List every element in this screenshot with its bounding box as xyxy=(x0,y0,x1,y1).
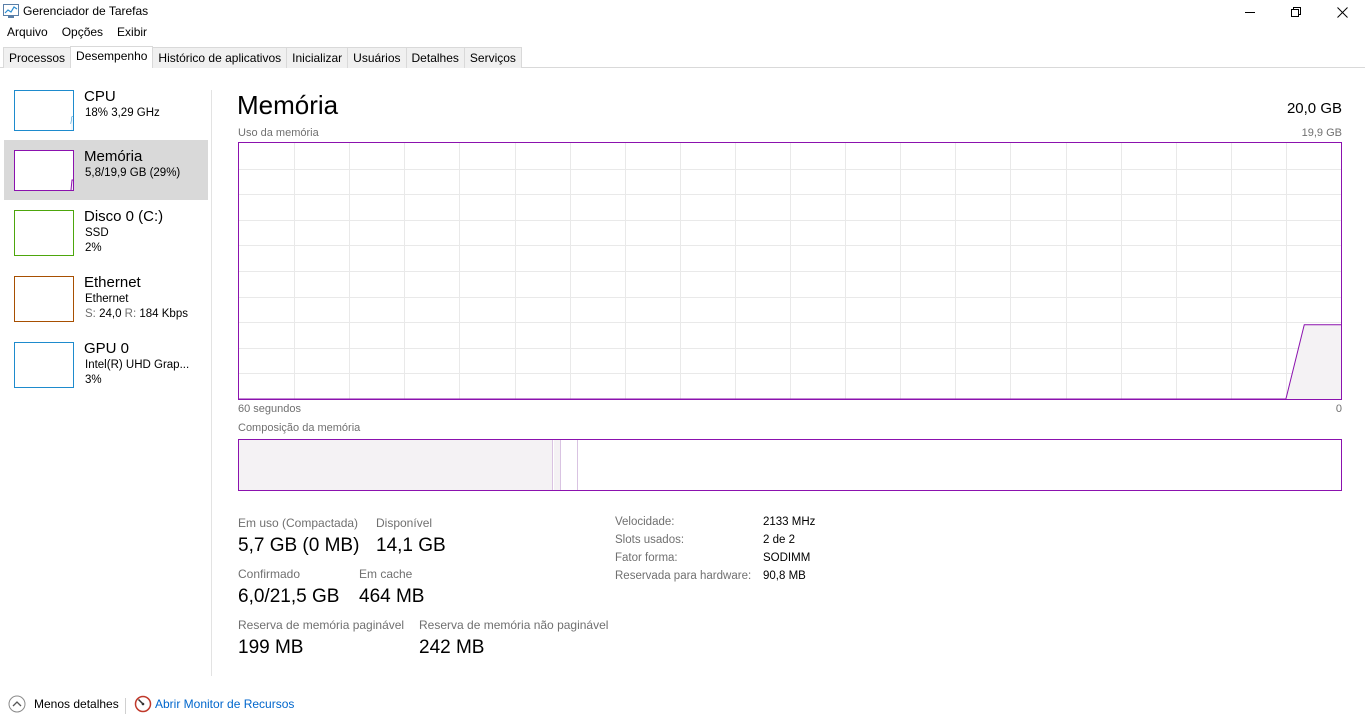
sidebar-item-detail: Ethernet xyxy=(85,293,129,305)
committed-value: 6,0/21,5 GB xyxy=(238,586,340,607)
nonpaged-pool-label: Reserva de memória não paginável xyxy=(419,618,609,632)
restore-button[interactable] xyxy=(1273,0,1319,24)
resource-sidebar: CPU 18% 3,29 GHz Memória 5,8/19,9 GB (29… xyxy=(4,80,208,398)
menu-bar: Arquivo Opções Exibir xyxy=(0,24,154,42)
ethernet-thumbnail xyxy=(14,276,74,322)
open-resource-monitor-link[interactable]: Abrir Monitor de Recursos xyxy=(155,697,294,711)
minimize-icon xyxy=(1244,11,1255,13)
composition-modified xyxy=(554,440,561,490)
composition-label: Composição da memória xyxy=(238,422,361,434)
x-axis-right-label: 0 xyxy=(1335,403,1342,415)
slots-label: Slots usados: xyxy=(615,534,685,546)
close-icon xyxy=(1336,6,1348,18)
composition-in-use xyxy=(239,440,553,490)
resource-monitor-icon xyxy=(134,695,152,713)
nonpaged-pool-value: 242 MB xyxy=(419,637,485,658)
cached-value: 464 MB xyxy=(359,586,425,607)
speed-label: Velocidade: xyxy=(615,516,675,528)
tab-processos[interactable]: Processos xyxy=(3,47,72,68)
chevron-up-icon[interactable] xyxy=(8,695,26,713)
memory-total: 20,0 GB xyxy=(1286,100,1342,117)
sidebar-item-detail: SSD xyxy=(85,227,109,239)
usage-graph-max: 19,9 GB xyxy=(1301,127,1342,139)
cpu-thumbnail xyxy=(14,90,74,131)
sidebar-item-ethernet[interactable]: Ethernet Ethernet S: 24,0 R: 184 Kbps xyxy=(4,266,208,332)
send-label: S: xyxy=(85,308,96,320)
footer-separator xyxy=(125,698,126,714)
available-label: Disponível xyxy=(376,516,433,530)
tab-usuarios[interactable]: Usuários xyxy=(347,47,407,68)
cached-label: Em cache xyxy=(359,567,413,581)
tab-servicos[interactable]: Serviços xyxy=(463,47,522,68)
sidebar-item-detail: Intel(R) UHD Grap... xyxy=(85,359,190,371)
memory-usage-chart xyxy=(239,143,1341,399)
sidebar-item-cpu[interactable]: CPU 18% 3,29 GHz xyxy=(4,80,208,140)
sidebar-item-throughput: S: 24,0 R: 184 Kbps xyxy=(85,308,188,320)
gpu-thumbnail xyxy=(14,342,74,388)
available-value: 14,1 GB xyxy=(376,535,446,556)
sidebar-item-disco[interactable]: Disco 0 (C:) SSD 2% xyxy=(4,200,208,266)
x-axis-left-label: 60 segundos xyxy=(238,403,301,415)
send-value: 24,0 xyxy=(99,308,122,320)
memory-usage-graph xyxy=(238,142,1342,400)
tab-detalhes[interactable]: Detalhes xyxy=(405,47,465,68)
menu-opcoes[interactable]: Opções xyxy=(55,24,110,42)
memory-composition-bar xyxy=(238,439,1342,491)
hardware-reserved-label: Reservada para hardware: xyxy=(615,570,752,582)
tab-desempenho[interactable]: Desempenho xyxy=(70,46,154,68)
paged-pool-value: 199 MB xyxy=(238,637,304,658)
sidebar-item-detail: 18% 3,29 GHz xyxy=(85,107,160,119)
in-use-value: 5,7 GB (0 MB) xyxy=(238,535,360,556)
recv-value: 184 Kbps xyxy=(139,308,188,320)
tab-inicializar[interactable]: Inicializar xyxy=(286,47,349,68)
sidebar-divider xyxy=(211,90,212,676)
title-bar: Gerenciador de Tarefas xyxy=(0,0,1365,24)
window-title: Gerenciador de Tarefas xyxy=(23,4,149,18)
tab-historico[interactable]: Histórico de aplicativos xyxy=(152,47,288,68)
less-details-link[interactable]: Menos detalhes xyxy=(34,697,119,711)
footer-bar: Menos detalhes Abrir Monitor de Recursos xyxy=(0,690,1365,718)
minimize-button[interactable] xyxy=(1227,0,1273,24)
sidebar-item-gpu[interactable]: GPU 0 Intel(R) UHD Grap... 3% xyxy=(4,332,208,398)
in-use-label: Em uso (Compactada) xyxy=(238,516,359,530)
hardware-reserved-value: 90,8 MB xyxy=(763,570,806,582)
sidebar-item-label: CPU xyxy=(84,88,116,105)
sidebar-item-usage: 2% xyxy=(85,242,102,254)
menu-exibir[interactable]: Exibir xyxy=(110,24,154,42)
usage-graph-label: Uso da memória xyxy=(238,127,319,139)
sidebar-item-label: GPU 0 xyxy=(84,340,130,357)
menu-arquivo[interactable]: Arquivo xyxy=(0,24,55,42)
recv-label: R: xyxy=(124,308,137,320)
memory-thumbnail xyxy=(14,150,74,191)
sidebar-item-usage: 3% xyxy=(85,374,102,386)
close-button[interactable] xyxy=(1319,0,1365,24)
form-factor-value: SODIMM xyxy=(763,552,811,564)
tab-bar: Processos Desempenho Histórico de aplica… xyxy=(3,46,522,68)
slots-value: 2 de 2 xyxy=(763,534,795,546)
form-factor-label: Fator forma: xyxy=(615,552,678,564)
composition-standby xyxy=(562,440,578,490)
composition-free xyxy=(579,440,1341,490)
sidebar-item-memoria[interactable]: Memória 5,8/19,9 GB (29%) xyxy=(4,140,208,200)
disk-thumbnail xyxy=(14,210,74,256)
restore-icon xyxy=(1290,6,1301,17)
sidebar-item-label: Disco 0 (C:) xyxy=(84,208,164,225)
task-manager-icon xyxy=(3,4,19,18)
sidebar-item-label: Memória xyxy=(84,148,143,165)
sidebar-item-label: Ethernet xyxy=(84,274,141,291)
page-title: Memória xyxy=(237,90,339,120)
sidebar-item-detail: 5,8/19,9 GB (29%) xyxy=(85,167,181,179)
speed-value: 2133 MHz xyxy=(763,516,816,528)
committed-label: Confirmado xyxy=(238,567,301,581)
paged-pool-label: Reserva de memória paginável xyxy=(238,618,405,632)
